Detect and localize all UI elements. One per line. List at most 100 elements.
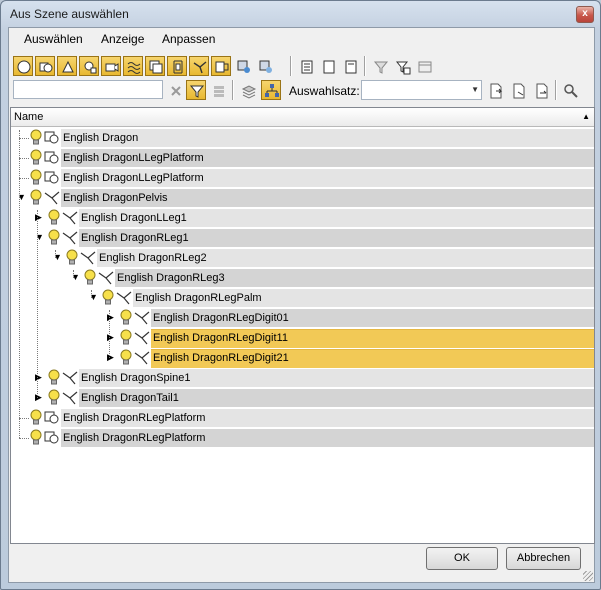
visibility-bulb-icon[interactable] — [83, 269, 97, 286]
visibility-bulb-icon[interactable] — [29, 429, 43, 446]
display-helpers-icon — [127, 62, 141, 74]
visibility-bulb-icon[interactable] — [119, 309, 133, 326]
tree-row[interactable]: ▶ English DragonRLegDigit01 — [11, 308, 594, 328]
visibility-bulb-icon[interactable] — [101, 289, 115, 306]
display-frozen-toggle[interactable] — [255, 56, 275, 76]
display-xrefs-icon — [193, 61, 207, 74]
selection-set-remove-button[interactable] — [508, 80, 528, 100]
visibility-bulb-icon[interactable] — [29, 189, 43, 206]
visibility-bulb-icon[interactable] — [65, 249, 79, 266]
tree-connector — [19, 418, 29, 419]
column-name-header: Name — [14, 111, 44, 123]
toolbar-display — [9, 54, 594, 78]
menu-anzeige[interactable]: Anzeige — [101, 32, 144, 46]
visibility-bulb-icon[interactable] — [47, 369, 61, 386]
hierarchy-icon — [265, 84, 279, 97]
tree-guide-line — [73, 270, 74, 278]
list-view-button[interactable] — [318, 56, 338, 76]
tree-row[interactable]: ▶ English DragonRLegDigit21 — [11, 348, 594, 368]
row-label: English DragonRLeg2 — [99, 252, 207, 264]
visibility-bulb-icon[interactable] — [29, 409, 43, 426]
visibility-bulb-icon[interactable] — [119, 329, 133, 346]
visibility-bulb-icon[interactable] — [47, 229, 61, 246]
visibility-bulb-icon[interactable] — [29, 149, 43, 166]
geometry-object-icon — [44, 130, 60, 145]
bone-object-icon — [62, 210, 78, 225]
toolbar-separator — [290, 56, 292, 76]
row-label: English DragonRLegDigit11 — [153, 332, 288, 344]
tree-row[interactable]: English Dragon — [11, 128, 594, 148]
display-children-button[interactable] — [340, 56, 360, 76]
tree-header[interactable]: Name ▲ — [11, 108, 594, 127]
bone-object-icon — [44, 190, 60, 205]
ok-button[interactable]: OK — [426, 547, 498, 570]
display-geometry-toggle[interactable] — [35, 56, 55, 76]
tree-row[interactable]: ▼ English DragonRLeg2 — [11, 248, 594, 268]
tree-row[interactable]: ▶ English DragonTail1 — [11, 388, 594, 408]
tree-row[interactable]: English DragonLLegPlatform — [11, 168, 594, 188]
visibility-bulb-icon[interactable] — [47, 209, 61, 226]
document-arrow-icon — [536, 83, 548, 99]
tree-row[interactable]: ▶ English DragonRLegDigit11 — [11, 328, 594, 348]
name-filter-input[interactable] — [13, 80, 163, 99]
tree-row[interactable]: ▼ English DragonPelvis — [11, 188, 594, 208]
select-children-toggle[interactable] — [186, 80, 206, 100]
tree-row[interactable]: English DragonLLegPlatform — [11, 148, 594, 168]
tree-row[interactable]: ▶ English DragonSpine1 — [11, 368, 594, 388]
title-bar[interactable]: Aus Szene auswählen x — [1, 1, 600, 27]
display-lights-icon — [84, 61, 97, 74]
visibility-bulb-icon[interactable] — [119, 349, 133, 366]
select-dependents-button[interactable] — [208, 80, 228, 100]
display-spacewarps-toggle[interactable] — [145, 56, 165, 76]
scene-tree[interactable]: Name ▲ English Dragon English DragonLLegP… — [10, 107, 595, 544]
find-icon — [564, 84, 578, 98]
row-label: English DragonRLegPlatform — [63, 412, 206, 424]
properties-icon — [301, 60, 313, 74]
visibility-bulb-icon[interactable] — [47, 389, 61, 406]
dialog-client: Auswählen Anzeige Anpassen Auswahlsatz: … — [8, 27, 595, 583]
clear-icon — [171, 86, 181, 96]
selection-set-add-button[interactable] — [485, 80, 505, 100]
display-helpers-toggle[interactable] — [123, 56, 143, 76]
window-title: Aus Szene auswählen — [10, 7, 129, 21]
display-all-toggle[interactable] — [13, 56, 33, 76]
properties-button[interactable] — [296, 56, 316, 76]
tree-row[interactable]: ▼ English DragonRLeg3 — [11, 268, 594, 288]
geometry-object-icon — [44, 410, 60, 425]
selection-set-edit-button[interactable] — [531, 80, 551, 100]
visibility-bulb-icon[interactable] — [29, 169, 43, 186]
visibility-bulb-icon[interactable] — [29, 129, 43, 146]
filter-button[interactable] — [370, 56, 390, 76]
bone-object-icon — [80, 250, 96, 265]
layers-icon — [214, 86, 224, 97]
display-shapes-toggle[interactable] — [57, 56, 77, 76]
cancel-button[interactable]: Abbrechen — [506, 547, 581, 570]
find-button[interactable] — [560, 80, 580, 100]
display-xrefs-toggle[interactable] — [189, 56, 209, 76]
menu-auswaehlen[interactable]: Auswählen — [24, 32, 83, 46]
toolbar-separator — [232, 80, 234, 100]
tree-row[interactable]: ▼ English DragonRLegPalm — [11, 288, 594, 308]
bone-object-icon — [134, 310, 150, 325]
resize-grip[interactable] — [583, 571, 593, 581]
display-bones-toggle[interactable] — [211, 56, 231, 76]
hierarchy-view-button[interactable] — [261, 80, 281, 100]
tree-row[interactable]: English DragonRLegPlatform — [11, 428, 594, 448]
geometry-object-icon — [44, 150, 60, 165]
tree-row[interactable]: ▶ English DragonLLeg1 — [11, 208, 594, 228]
document-arrow-icon — [490, 83, 503, 99]
selection-set-dropdown[interactable]: ▼ — [361, 80, 482, 100]
extra-button[interactable] — [414, 56, 434, 76]
filter-settings-button[interactable] — [392, 56, 412, 76]
tree-row[interactable]: ▼ English DragonRLeg1 — [11, 228, 594, 248]
display-lights-toggle[interactable] — [79, 56, 99, 76]
layer-view-button[interactable] — [238, 80, 258, 100]
close-button[interactable]: x — [576, 6, 594, 23]
display-containers-toggle[interactable] — [233, 56, 253, 76]
display-cameras-toggle[interactable] — [101, 56, 121, 76]
clear-filter-button[interactable] — [165, 80, 185, 100]
menu-anpassen[interactable]: Anpassen — [162, 32, 215, 46]
display-groups-toggle[interactable] — [167, 56, 187, 76]
bone-object-icon — [62, 230, 78, 245]
tree-row[interactable]: English DragonRLegPlatform — [11, 408, 594, 428]
